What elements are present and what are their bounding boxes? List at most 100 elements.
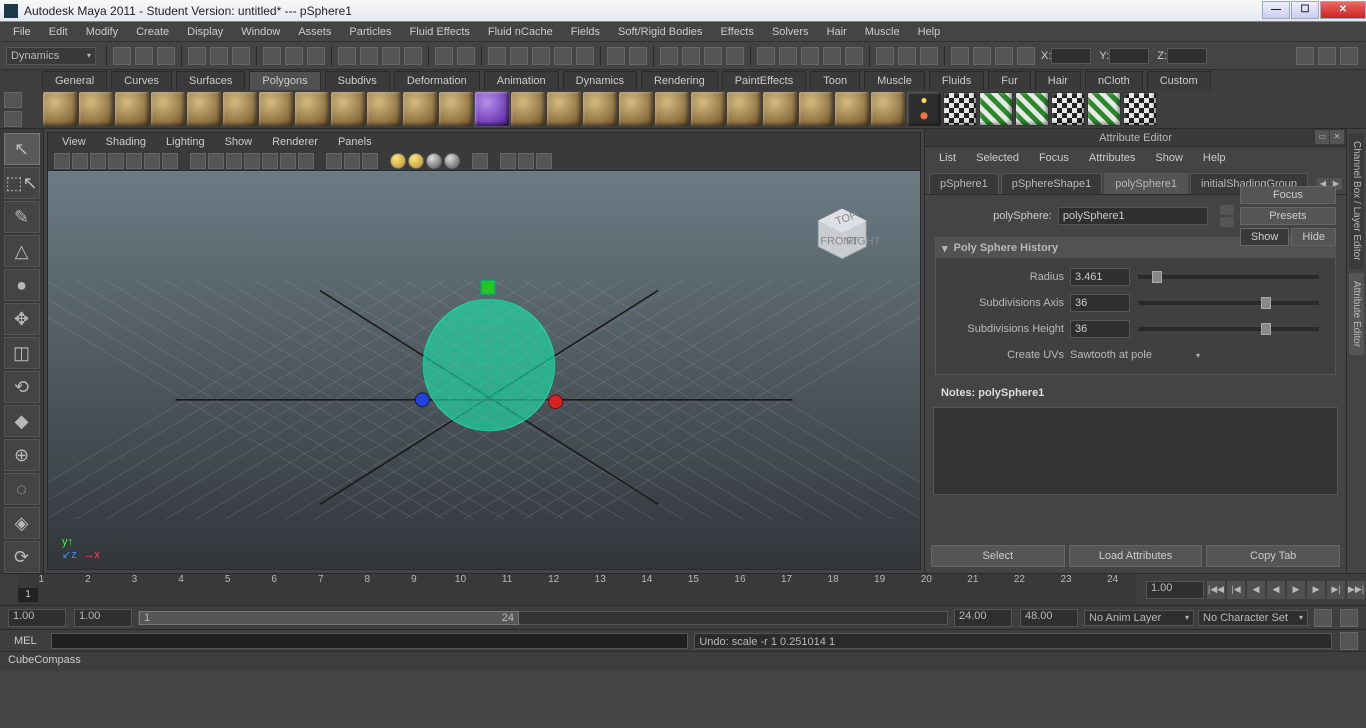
subdiv-axis-input[interactable] <box>1070 294 1130 312</box>
arrow-out-icon[interactable] <box>1220 217 1234 227</box>
shelf-tab-ncloth[interactable]: nCloth <box>1085 71 1143 90</box>
attr-menu-show[interactable]: Show <box>1147 149 1191 167</box>
toolbar-icon-9[interactable] <box>338 47 356 65</box>
toolbar-icon-17[interactable] <box>532 47 550 65</box>
vp-icon-24[interactable] <box>462 153 470 169</box>
menu-fluidncache[interactable]: Fluid nCache <box>479 23 562 41</box>
vp-menu-panels[interactable]: Panels <box>330 134 380 150</box>
vp-icon-21[interactable] <box>408 153 424 169</box>
close-button[interactable]: ✕ <box>1320 1 1366 19</box>
shelf-tab-painteffects[interactable]: PaintEffects <box>722 71 807 90</box>
toolbar-icon-10[interactable] <box>360 47 378 65</box>
shelf-tab-polygons[interactable]: Polygons <box>249 71 320 90</box>
range-out-field[interactable]: 24.00 <box>954 609 1012 627</box>
toolbar-icon-13[interactable] <box>435 47 453 65</box>
shelf-icon-7[interactable] <box>295 92 329 126</box>
shelf-tab-fur[interactable]: Fur <box>988 71 1031 90</box>
range-in-field[interactable]: 1.00 <box>74 609 132 627</box>
tool-9[interactable]: ⊕ <box>4 439 40 471</box>
shelf-tab-animation[interactable]: Animation <box>484 71 559 90</box>
vp-icon-12[interactable] <box>262 153 278 169</box>
vp-icon-6[interactable] <box>162 153 178 169</box>
menu-fluideffects[interactable]: Fluid Effects <box>401 23 479 41</box>
step-back-key-button[interactable]: |◀ <box>1227 581 1245 599</box>
shelf-icon-4[interactable] <box>187 92 221 126</box>
toolbar-icon-31[interactable] <box>876 47 894 65</box>
tool-7[interactable]: ⟲ <box>4 371 40 403</box>
range-end-field[interactable]: 48.00 <box>1020 609 1078 627</box>
anim-layer-dropdown[interactable]: No Anim Layer <box>1084 610 1194 626</box>
shelf-icon-1[interactable] <box>79 92 113 126</box>
vp-icon-10[interactable] <box>226 153 242 169</box>
coord-z-input[interactable] <box>1167 48 1207 64</box>
shelf-tab-surfaces[interactable]: Surfaces <box>176 71 245 90</box>
script-editor-icon[interactable] <box>1340 632 1358 650</box>
vp-icon-20[interactable] <box>390 153 406 169</box>
menu-help[interactable]: Help <box>909 23 950 41</box>
vp-icon-22[interactable] <box>426 153 442 169</box>
subdiv-height-slider[interactable] <box>1138 327 1319 331</box>
shelf-icon-8[interactable] <box>331 92 365 126</box>
shelf-icon-16[interactable] <box>619 92 653 126</box>
character-set-dropdown[interactable]: No Character Set <box>1198 610 1308 626</box>
sidebar-toggle-1[interactable] <box>1296 47 1314 65</box>
shelf-tab-subdivs[interactable]: Subdivs <box>325 71 390 90</box>
toolbar-icon-27[interactable] <box>779 47 797 65</box>
shelf-icon-0[interactable] <box>43 92 77 126</box>
shelf-icon-11[interactable] <box>439 92 473 126</box>
toolbar-icon-24[interactable] <box>704 47 722 65</box>
shelf-tab-deformation[interactable]: Deformation <box>394 71 480 90</box>
shelf-icon-9[interactable] <box>367 92 401 126</box>
menu-assets[interactable]: Assets <box>289 23 340 41</box>
toolbar-icon-25[interactable] <box>726 47 744 65</box>
vp-icon-2[interactable] <box>90 153 106 169</box>
vp-icon-18[interactable] <box>362 153 378 169</box>
toolbar-icon-12[interactable] <box>404 47 422 65</box>
menu-effects[interactable]: Effects <box>711 23 762 41</box>
toolbar-icon-3[interactable] <box>188 47 206 65</box>
attr-menu-help[interactable]: Help <box>1195 149 1234 167</box>
vp-icon-9[interactable] <box>208 153 224 169</box>
tool-0[interactable]: ↖ <box>4 133 40 165</box>
toolbar-icon-34[interactable] <box>951 47 969 65</box>
menu-particles[interactable]: Particles <box>340 23 400 41</box>
goto-start-button[interactable]: |◀◀ <box>1207 581 1225 599</box>
mel-label[interactable]: MEL <box>6 633 45 649</box>
arrow-in-icon[interactable] <box>1220 205 1234 215</box>
vp-menu-lighting[interactable]: Lighting <box>158 134 213 150</box>
tool-6[interactable]: ◫ <box>4 337 40 369</box>
tool-2[interactable]: ✎ <box>4 201 40 233</box>
tool-10[interactable]: ◌ <box>4 473 40 505</box>
range-slider[interactable]: 1 24 <box>138 611 948 625</box>
time-cursor[interactable]: 1 <box>18 588 38 602</box>
menu-hair[interactable]: Hair <box>818 23 856 41</box>
shelf-menu-icon[interactable] <box>4 92 22 108</box>
tool-12[interactable]: ⟳ <box>4 541 40 573</box>
radius-input[interactable] <box>1070 268 1130 286</box>
toolbar-icon-35[interactable] <box>973 47 991 65</box>
toolbar-icon-5[interactable] <box>232 47 250 65</box>
toolbar-icon-16[interactable] <box>510 47 528 65</box>
vp-icon-3[interactable] <box>108 153 124 169</box>
shelf-icon-20[interactable] <box>763 92 797 126</box>
goto-end-button[interactable]: ▶▶| <box>1347 581 1365 599</box>
notes-textarea[interactable] <box>933 407 1338 495</box>
menu-display[interactable]: Display <box>178 23 232 41</box>
shelf-icon-6[interactable] <box>259 92 293 126</box>
tool-3[interactable]: △ <box>4 235 40 267</box>
tool-4[interactable]: ● <box>4 269 40 301</box>
vp-icon-19[interactable] <box>380 153 388 169</box>
attr-menu-selected[interactable]: Selected <box>968 149 1027 167</box>
tool-1[interactable]: ⬚↖ <box>4 167 40 199</box>
shelf-tab-toon[interactable]: Toon <box>810 71 860 90</box>
shelf-tab-dynamics[interactable]: Dynamics <box>563 71 637 90</box>
vp-icon-17[interactable] <box>344 153 360 169</box>
shelf-icon-21[interactable] <box>799 92 833 126</box>
shelf-tab-general[interactable]: General <box>42 71 107 90</box>
autokey-icon[interactable] <box>1314 609 1332 627</box>
menu-create[interactable]: Create <box>127 23 178 41</box>
menu-window[interactable]: Window <box>232 23 289 41</box>
toolbar-icon-23[interactable] <box>682 47 700 65</box>
shelf-icon-22[interactable] <box>835 92 869 126</box>
vp-icon-16[interactable] <box>326 153 342 169</box>
